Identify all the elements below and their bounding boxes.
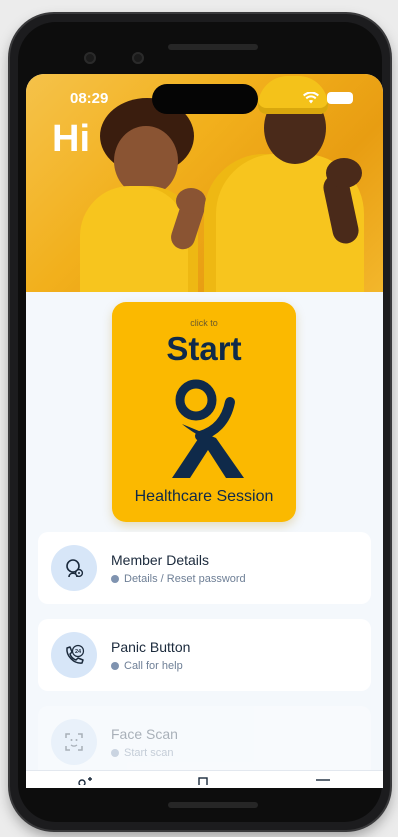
face-scan-icon	[65, 733, 83, 751]
hero-banner: 08:29 Hi	[26, 74, 383, 292]
bullet-icon	[111, 662, 119, 670]
member-icon	[66, 559, 84, 578]
status-time: 08:29	[70, 90, 109, 107]
card-subtitle-text: Details / Reset password	[124, 573, 246, 585]
card-title: Panic Button	[111, 639, 191, 655]
card-subtitle: Details / Reset password	[111, 573, 246, 585]
status-icons	[303, 92, 353, 104]
nav-document-icon[interactable]	[194, 775, 212, 785]
card-subtitle: Call for help	[111, 660, 183, 672]
greeting: Hi	[52, 118, 90, 160]
bottom-speaker	[168, 802, 258, 808]
runner-logo-icon	[172, 379, 244, 478]
member-details-card[interactable]: Member Details Details / Reset password	[38, 532, 371, 604]
wifi-icon	[303, 92, 319, 104]
nav-menu-icon[interactable]	[314, 775, 332, 785]
member-icon-wrap	[51, 545, 97, 591]
camera-icon	[84, 52, 96, 64]
dynamic-island	[152, 84, 258, 114]
nav-profile-icon[interactable]	[76, 775, 94, 785]
start-session-button[interactable]: click to Start Healthcare Session	[112, 302, 296, 522]
face-scan-card[interactable]: Face Scan Start scan	[38, 706, 371, 778]
card-subtitle-text: Start scan	[124, 747, 174, 759]
panic-icon-wrap: 24	[51, 632, 97, 678]
card-subtitle: Start scan	[111, 747, 174, 759]
card-title: Face Scan	[111, 726, 178, 742]
svg-text:24: 24	[75, 649, 82, 655]
bullet-icon	[111, 575, 119, 583]
panic-24h-icon: 24	[66, 644, 85, 664]
battery-icon	[327, 92, 353, 104]
panic-button-card[interactable]: 24 Panic Button Call for help	[38, 619, 371, 691]
sensor-icon	[132, 52, 144, 64]
session-label: Healthcare Session	[134, 488, 274, 505]
person-hand	[176, 188, 206, 214]
card-title: Member Details	[111, 552, 210, 568]
app-screen: 08:29 Hi click to Start Healthcare Sessi…	[26, 74, 383, 788]
person-hand	[326, 158, 362, 188]
card-subtitle-text: Call for help	[124, 660, 183, 672]
start-hint: click to	[190, 318, 218, 328]
start-label: Start	[166, 330, 242, 367]
top-speaker	[168, 44, 258, 50]
bottom-nav	[26, 770, 383, 788]
face-scan-icon-wrap	[51, 719, 97, 765]
bullet-icon	[111, 749, 119, 757]
